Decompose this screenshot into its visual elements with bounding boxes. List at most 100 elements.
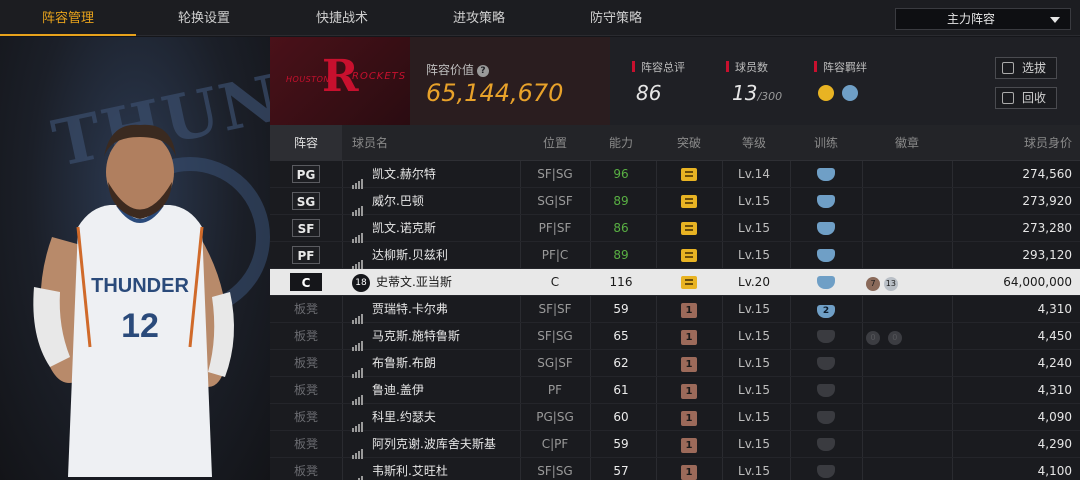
player-position: SF|SF [538, 302, 572, 316]
tab-defense-strategy[interactable]: 防守策略 [548, 0, 684, 36]
players-max: /300 [757, 90, 783, 103]
col-breakthrough[interactable]: 突破 [656, 125, 722, 161]
table-row[interactable]: SF 凯文.诺克斯 PF|SF 86 Lv.15 273,280 [270, 215, 1080, 243]
col-badge[interactable]: 徽章 [862, 125, 952, 161]
training-shield-icon[interactable] [817, 276, 835, 289]
badge-silver-icon[interactable]: 0 [887, 331, 902, 345]
col-value[interactable]: 球员身价 [952, 125, 1072, 161]
bond-gold-icon[interactable] [818, 85, 834, 101]
breakthrough-badge: 1 [681, 330, 697, 345]
player-level: Lv.15 [738, 410, 770, 424]
player-name-cell[interactable]: 达柳斯.贝兹利 [352, 242, 512, 270]
table-row[interactable]: 板凳 布鲁斯.布朗 SG|SF 62 1 Lv.15 4,240 [270, 350, 1080, 378]
table-row[interactable]: PF 达柳斯.贝兹利 PF|C 89 Lv.15 293,120 [270, 242, 1080, 270]
bench-slot: 板凳 [293, 356, 318, 370]
badge-bronze-icon[interactable]: 7 [866, 277, 880, 291]
player-name-cell[interactable]: 阿列克谢.波库舍夫斯基 [352, 431, 512, 459]
position-slot-badge[interactable]: PG [292, 165, 320, 183]
bench-slot: 板凳 [293, 302, 318, 316]
training-shield-icon[interactable] [817, 168, 835, 181]
players-count: 13 [732, 81, 758, 105]
training-shield-icon[interactable] [817, 411, 835, 424]
tab-quick-tactics[interactable]: 快捷战术 [274, 0, 410, 36]
col-training[interactable]: 训练 [790, 125, 862, 161]
bond-blue-icon[interactable] [842, 85, 859, 101]
col-level[interactable]: 等级 [722, 125, 786, 161]
player-name-cell[interactable]: 鲁迪.盖伊 [352, 377, 512, 405]
slot-cell: PG [270, 161, 342, 188]
player-name-cell[interactable]: 凯文.诺克斯 [352, 215, 512, 243]
table-row[interactable]: 板凳 科里.约瑟夫 PG|SG 60 1 Lv.15 4,090 [270, 404, 1080, 432]
tab-lineup-management[interactable]: 阵容管理 [0, 0, 136, 36]
signal-bars-icon [352, 216, 364, 243]
tab-rotation-settings[interactable]: 轮换设置 [136, 0, 272, 36]
training-shield-icon[interactable] [817, 465, 835, 478]
player-name-cell[interactable]: 18 史蒂文.亚当斯 [352, 269, 512, 296]
col-position[interactable]: 位置 [520, 125, 590, 161]
release-icon [1002, 92, 1014, 104]
table-row[interactable]: 板凳 马克斯.施特鲁斯 SF|SG 65 1 Lv.15 0 0 4,450 [270, 323, 1080, 351]
bench-slot: 板凳 [293, 329, 318, 343]
player-value: 64,000,000 [1003, 275, 1072, 289]
position-slot-badge[interactable]: PF [292, 246, 320, 264]
training-cell [790, 215, 862, 242]
player-name-cell[interactable]: 科里.约瑟夫 [352, 404, 512, 432]
badge-bronze-icon[interactable]: 0 [866, 331, 880, 345]
lineup-select[interactable]: 主力阵容 [895, 8, 1071, 30]
tab-offense-strategy[interactable]: 进攻策略 [411, 0, 547, 36]
table-row[interactable]: PG 凯文.赫尔特 SF|SG 96 Lv.14 274,560 [270, 161, 1080, 189]
breakthrough-cell: 1 [656, 431, 722, 458]
player-level: Lv.15 [738, 464, 770, 478]
player-name-cell[interactable]: 凯文.赫尔特 [352, 161, 512, 189]
player-name: 马克斯.施特鲁斯 [372, 329, 460, 343]
player-name-cell[interactable]: 韦斯利.艾旺杜 [352, 458, 512, 480]
players-label: 球员数 [726, 59, 768, 75]
player-name-cell[interactable]: 布鲁斯.布朗 [352, 350, 512, 378]
training-shield-icon[interactable] [817, 357, 835, 370]
release-button[interactable]: 回收 [995, 87, 1057, 109]
table-row[interactable]: 板凳 贾瑞特.卡尔弗 SF|SF 59 1 Lv.15 2 4,310 [270, 296, 1080, 324]
training-shield-icon[interactable] [817, 438, 835, 451]
col-slot[interactable]: 阵容 [270, 125, 342, 161]
breakthrough-badge: 1 [681, 465, 697, 480]
training-cell [790, 323, 862, 350]
badge-cell [862, 431, 952, 458]
position-slot-badge[interactable]: C [290, 273, 322, 291]
player-level: Lv.15 [738, 221, 770, 235]
player-value: 273,280 [1022, 221, 1072, 235]
position-slot-badge[interactable]: SF [292, 219, 320, 237]
breakthrough-badge: 1 [681, 357, 697, 372]
badge-silver-icon[interactable]: 13 [883, 277, 898, 291]
training-shield-icon[interactable] [817, 195, 835, 208]
table-row[interactable]: 板凳 鲁迪.盖伊 PF 61 1 Lv.15 4,310 [270, 377, 1080, 405]
crown-icon [681, 276, 697, 289]
crown-icon [681, 249, 697, 262]
player-name: 凯文.赫尔特 [372, 167, 436, 181]
table-row[interactable]: SG 威尔.巴顿 SG|SF 89 Lv.15 273,920 [270, 188, 1080, 216]
col-ability[interactable]: 能力 [590, 125, 652, 161]
table-row[interactable]: 板凳 韦斯利.艾旺杜 SF|SG 57 1 Lv.15 4,100 [270, 458, 1080, 480]
breakthrough-cell: 1 [656, 458, 722, 480]
signal-bars-icon [352, 162, 364, 189]
training-shield-icon[interactable] [817, 249, 835, 262]
player-name-cell[interactable]: 马克斯.施特鲁斯 [352, 323, 512, 351]
table-row[interactable]: C 18 史蒂文.亚当斯 C 116 Lv.20 7 13 64,000,000 [270, 269, 1080, 296]
lineup-value-label: 阵容价值? [426, 61, 490, 78]
player-position: C|PF [541, 437, 569, 451]
badge-cell [862, 350, 952, 377]
training-shield-icon[interactable]: 2 [817, 305, 835, 318]
player-name: 布鲁斯.布朗 [372, 356, 436, 370]
bond-icons[interactable] [818, 85, 862, 105]
player-name-cell[interactable]: 贾瑞特.卡尔弗 [352, 296, 512, 324]
signal-bars-icon [352, 243, 364, 270]
select-button[interactable]: 选拔 [995, 57, 1057, 79]
table-row[interactable]: 板凳 阿列克谢.波库舍夫斯基 C|PF 59 1 Lv.15 4,290 [270, 431, 1080, 459]
training-shield-icon[interactable] [817, 222, 835, 235]
help-icon[interactable]: ? [477, 65, 490, 77]
position-slot-badge[interactable]: SG [292, 192, 320, 210]
player-value: 273,920 [1022, 194, 1072, 208]
training-shield-icon[interactable] [817, 384, 835, 397]
col-name[interactable]: 球员名 [352, 125, 388, 161]
training-shield-icon[interactable] [817, 330, 835, 343]
player-name-cell[interactable]: 威尔.巴顿 [352, 188, 512, 216]
